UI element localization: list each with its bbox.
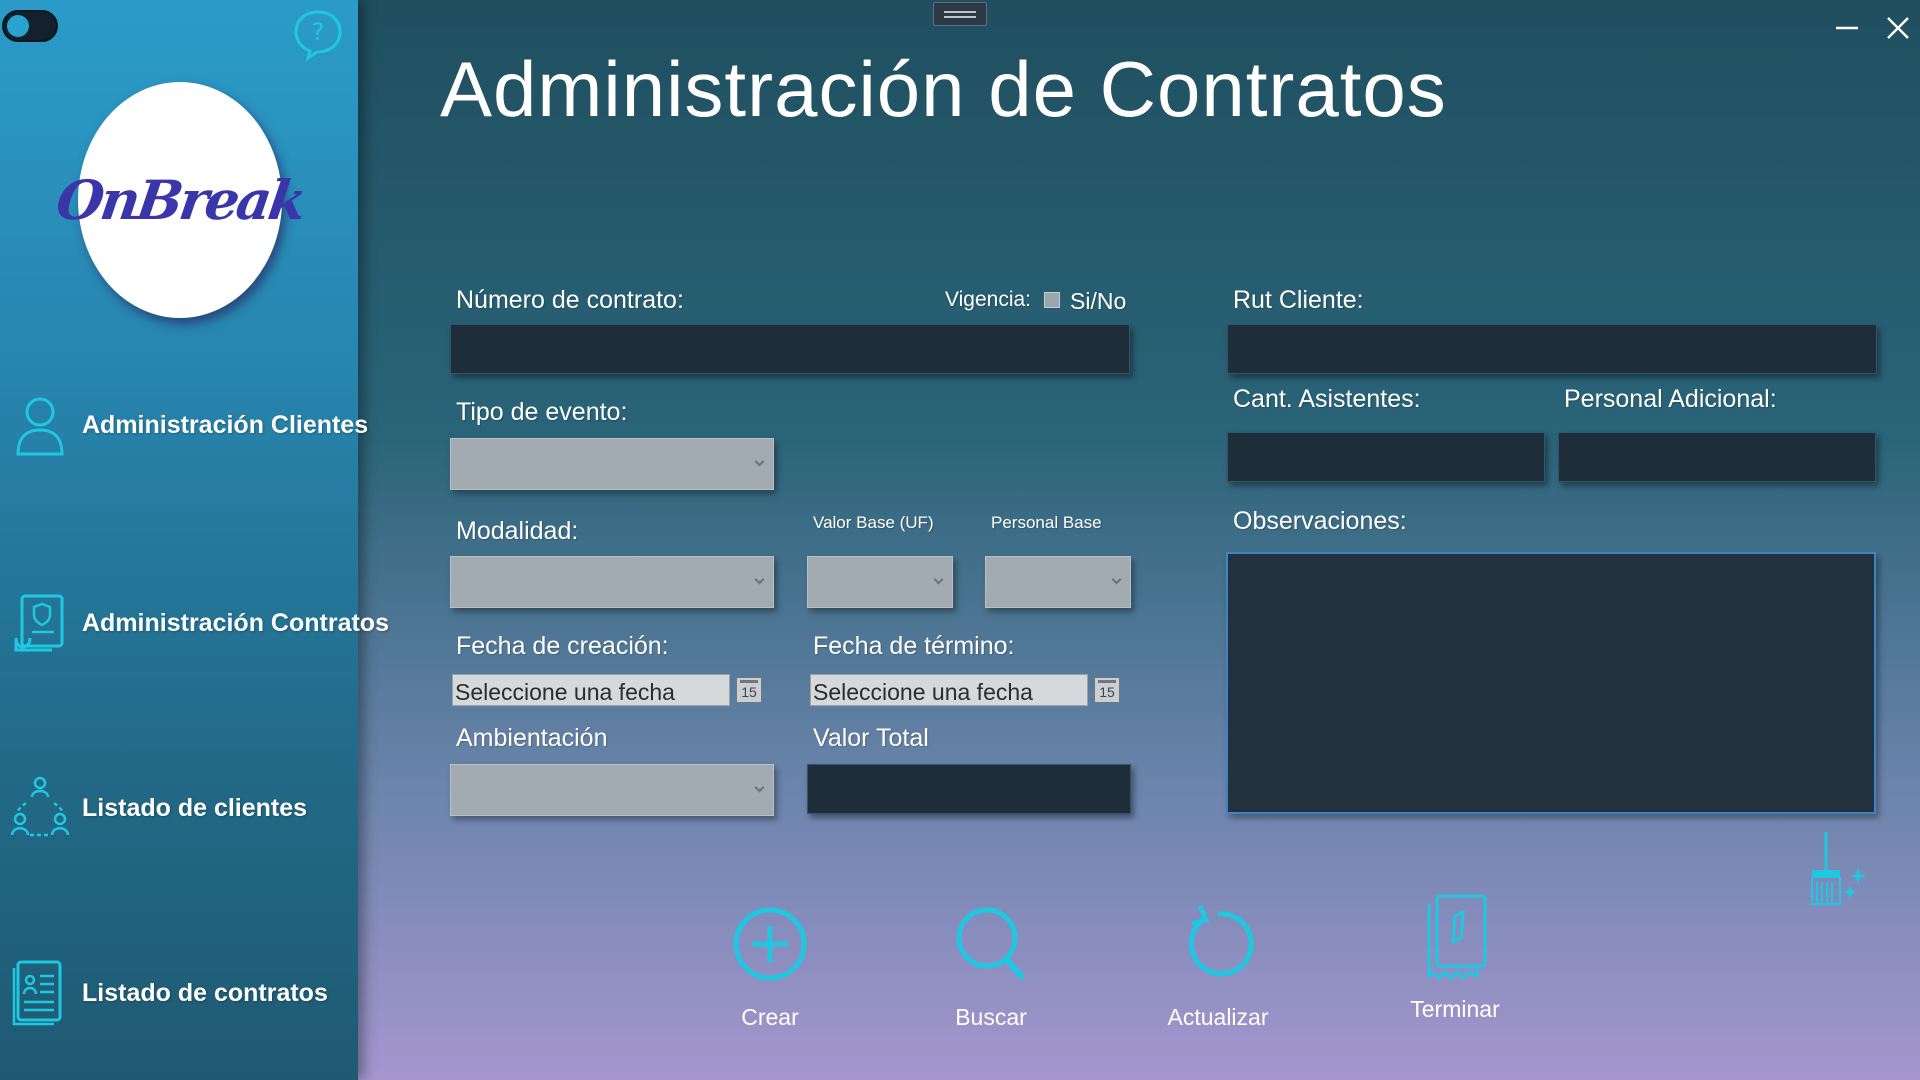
- buscar-button[interactable]: Buscar: [921, 900, 1061, 1040]
- user-icon: [16, 397, 64, 456]
- cant-asistentes-label: Cant. Asistentes:: [1233, 385, 1421, 413]
- fecha-creacion-label: Fecha de creación:: [456, 632, 669, 660]
- sidebar-item-administracion-contratos[interactable]: Administración Contratos: [0, 583, 389, 663]
- chevron-down-icon: [933, 574, 944, 585]
- calendar-icon[interactable]: 15: [736, 677, 762, 703]
- sidebar-item-administracion-clientes[interactable]: Administración Clientes: [0, 385, 368, 465]
- fecha-creacion-input[interactable]: Seleccione una fecha: [452, 674, 730, 706]
- personal-base-select[interactable]: [985, 556, 1131, 608]
- personal-base-label: Personal Base: [991, 513, 1102, 532]
- personal-adicional-field[interactable]: [1558, 432, 1876, 482]
- chevron-down-icon: [754, 456, 765, 467]
- help-icon[interactable]: ?: [290, 6, 346, 62]
- toggle-knob[interactable]: [7, 15, 29, 37]
- rut-cliente-label: Rut Cliente:: [1233, 286, 1364, 314]
- clear-form-icon[interactable]: [1808, 830, 1872, 910]
- terminate-document-icon: [1427, 894, 1487, 981]
- valor-total-label: Valor Total: [813, 724, 929, 752]
- svg-text:?: ?: [312, 18, 325, 46]
- contract-list-icon: [12, 960, 62, 1026]
- sidebar-item-listado-clientes[interactable]: Listado de clientes: [0, 768, 358, 848]
- action-label: Actualizar: [1167, 1004, 1269, 1030]
- modalidad-select[interactable]: [450, 556, 774, 608]
- terminar-button[interactable]: Terminar: [1385, 892, 1525, 1032]
- chevron-down-icon: [754, 574, 765, 585]
- contract-scroll-icon: [14, 594, 64, 652]
- clients-group-icon: [10, 776, 70, 837]
- fecha-termino-label: Fecha de término:: [813, 632, 1015, 660]
- drag-handle[interactable]: [933, 2, 987, 26]
- sidebar-item-listado-contratos[interactable]: Listado de contratos: [0, 953, 358, 1033]
- chevron-down-icon: [1111, 574, 1122, 585]
- numero-contrato-label: Número de contrato:: [456, 286, 684, 314]
- search-icon: [956, 907, 1026, 980]
- sidebar: ? OnBreak Administración Clientes Admini…: [0, 0, 389, 1080]
- ambientacion-label: Ambientación: [456, 724, 608, 752]
- tipo-evento-select[interactable]: [450, 438, 774, 490]
- valor-total-field[interactable]: [807, 764, 1131, 814]
- vigencia-label: Vigencia:: [945, 288, 1032, 311]
- fecha-creacion-picker: Seleccione una fecha 15: [452, 674, 766, 706]
- numero-contrato-field[interactable]: [450, 324, 1130, 374]
- action-label: Crear: [741, 1004, 799, 1030]
- rut-cliente-field[interactable]: [1227, 324, 1877, 374]
- observaciones-label: Observaciones:: [1233, 507, 1407, 535]
- cant-asistentes-field[interactable]: [1227, 432, 1545, 482]
- crear-button[interactable]: Crear: [700, 900, 840, 1040]
- action-label: Buscar: [955, 1004, 1027, 1030]
- chevron-down-icon: [754, 782, 765, 793]
- si-no-label: Si/No: [1070, 288, 1127, 314]
- ambientacion-select[interactable]: [450, 764, 774, 816]
- calendar-icon[interactable]: 15: [1094, 677, 1120, 703]
- onbreak-logo: OnBreak: [52, 82, 308, 318]
- sidebar-item-label: Listado de contratos: [82, 978, 328, 1007]
- fecha-termino-input[interactable]: Seleccione una fecha: [810, 674, 1088, 706]
- close-icon[interactable]: [1878, 8, 1918, 48]
- fecha-termino-picker: Seleccione una fecha 15: [810, 674, 1124, 706]
- personal-adicional-label: Personal Adicional:: [1564, 385, 1777, 413]
- refresh-icon: [1188, 905, 1254, 977]
- logo-text: OnBreak: [52, 168, 308, 232]
- vigencia-checkbox[interactable]: [1044, 292, 1060, 308]
- sidebar-item-label: Administración Contratos: [82, 608, 389, 637]
- add-circle-icon: [733, 907, 807, 981]
- page-title: Administración de Contratos: [440, 45, 1447, 133]
- action-label: Terminar: [1410, 996, 1500, 1022]
- observaciones-textarea[interactable]: [1226, 552, 1876, 814]
- actualizar-button[interactable]: Actualizar: [1148, 900, 1288, 1040]
- tipo-evento-label: Tipo de evento:: [456, 398, 628, 426]
- sidebar-item-label: Listado de clientes: [82, 793, 308, 822]
- sidebar-item-label: Administración Clientes: [82, 410, 369, 439]
- valor-base-select[interactable]: [807, 556, 953, 608]
- theme-toggle[interactable]: [2, 10, 58, 42]
- valor-base-label: Valor Base (UF): [813, 513, 934, 532]
- modalidad-label: Modalidad:: [456, 517, 579, 545]
- minimize-icon[interactable]: [1828, 8, 1868, 48]
